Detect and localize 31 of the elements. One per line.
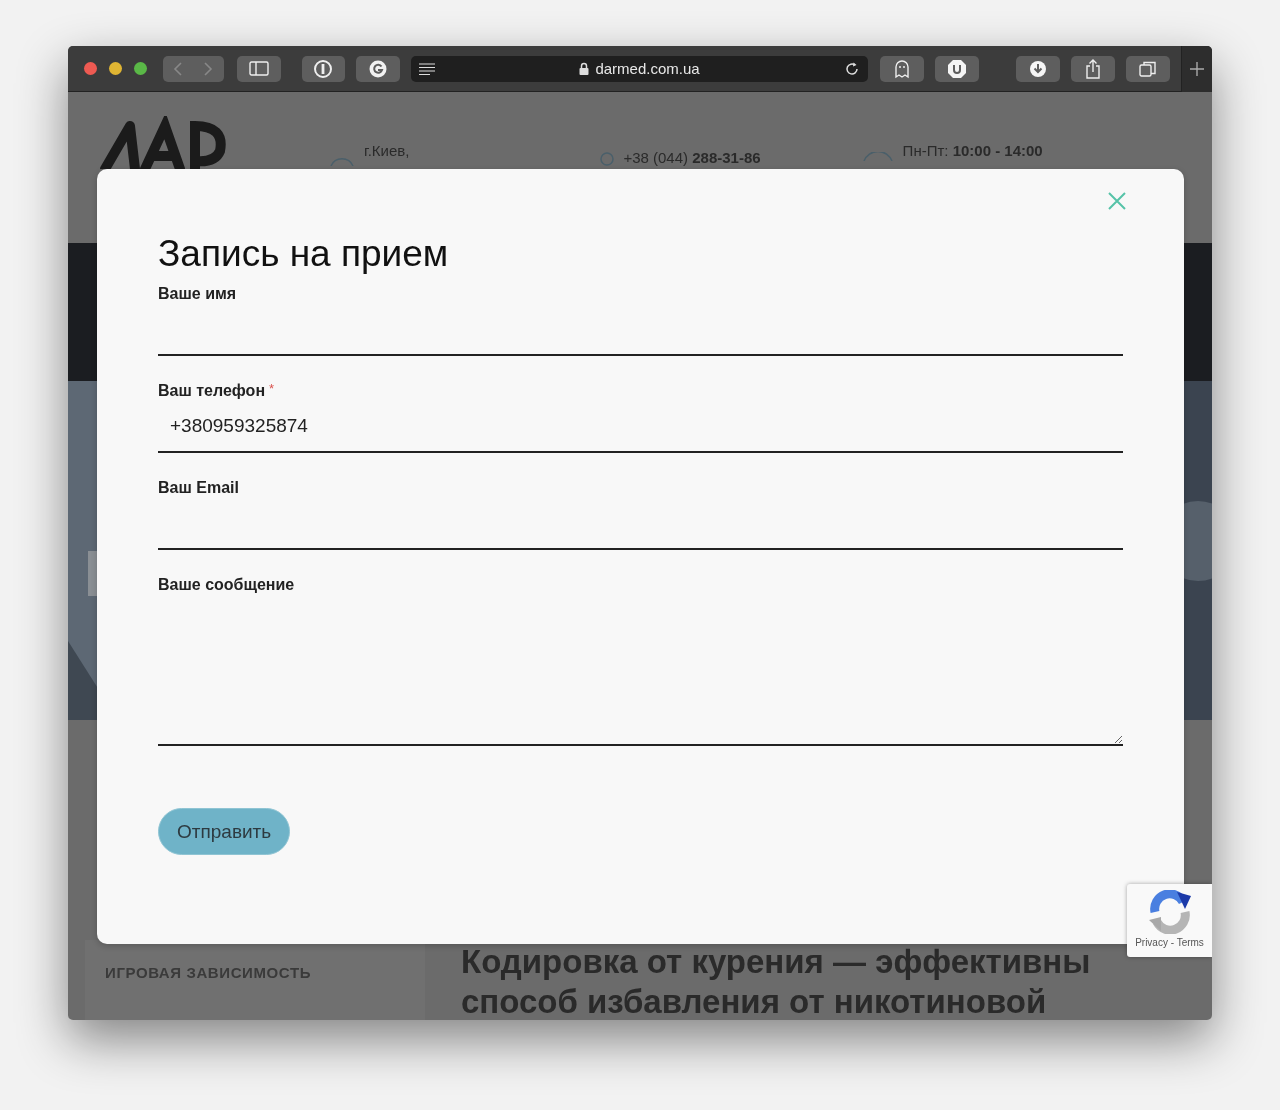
address-text: г.Киев, xyxy=(364,142,410,159)
submit-button[interactable]: Отправить xyxy=(158,808,291,855)
article-title[interactable]: Кодировка от курения — эффективны способ избавления от никотиновой xyxy=(461,942,1091,1020)
phone-icon xyxy=(599,151,616,167)
zoom-window-icon[interactable] xyxy=(133,62,147,75)
new-tab-icon[interactable] xyxy=(1190,61,1205,76)
field-label: Ваше имя xyxy=(158,285,237,303)
close-window-icon[interactable] xyxy=(84,62,97,75)
reader-icon[interactable] xyxy=(419,62,436,75)
download-icon[interactable] xyxy=(1016,55,1061,82)
phone-text[interactable]: +38 (044) 288-31-86 xyxy=(623,149,761,166)
field-label: Ваш Email xyxy=(158,479,239,497)
url-text[interactable]: darmed.com.ua xyxy=(595,60,700,77)
share-icon[interactable] xyxy=(1071,55,1116,82)
required-mark: * xyxy=(269,381,275,396)
grammar-icon[interactable] xyxy=(356,55,401,82)
shield-icon[interactable] xyxy=(934,55,979,82)
privacy-terms-link[interactable]: Privacy - Terms xyxy=(1135,937,1204,948)
ghost-icon[interactable] xyxy=(879,55,924,82)
field-label: Ваше сообщение xyxy=(158,576,295,594)
tabs-icon[interactable] xyxy=(1126,55,1171,82)
input-field[interactable]: +380959325874 xyxy=(158,401,1123,453)
modal-title: Запись на прием xyxy=(158,232,450,276)
minimize-window-icon[interactable] xyxy=(108,62,122,75)
sidebar-icon[interactable] xyxy=(236,55,281,82)
lock-icon xyxy=(579,62,590,75)
field-label: Ваш телефон xyxy=(158,382,266,400)
reload-icon[interactable] xyxy=(843,60,860,77)
hours-text: Пн-Пт: 10:00 - 14:00 xyxy=(902,142,1043,159)
password-icon[interactable] xyxy=(301,55,346,82)
clock-icon xyxy=(860,152,895,161)
